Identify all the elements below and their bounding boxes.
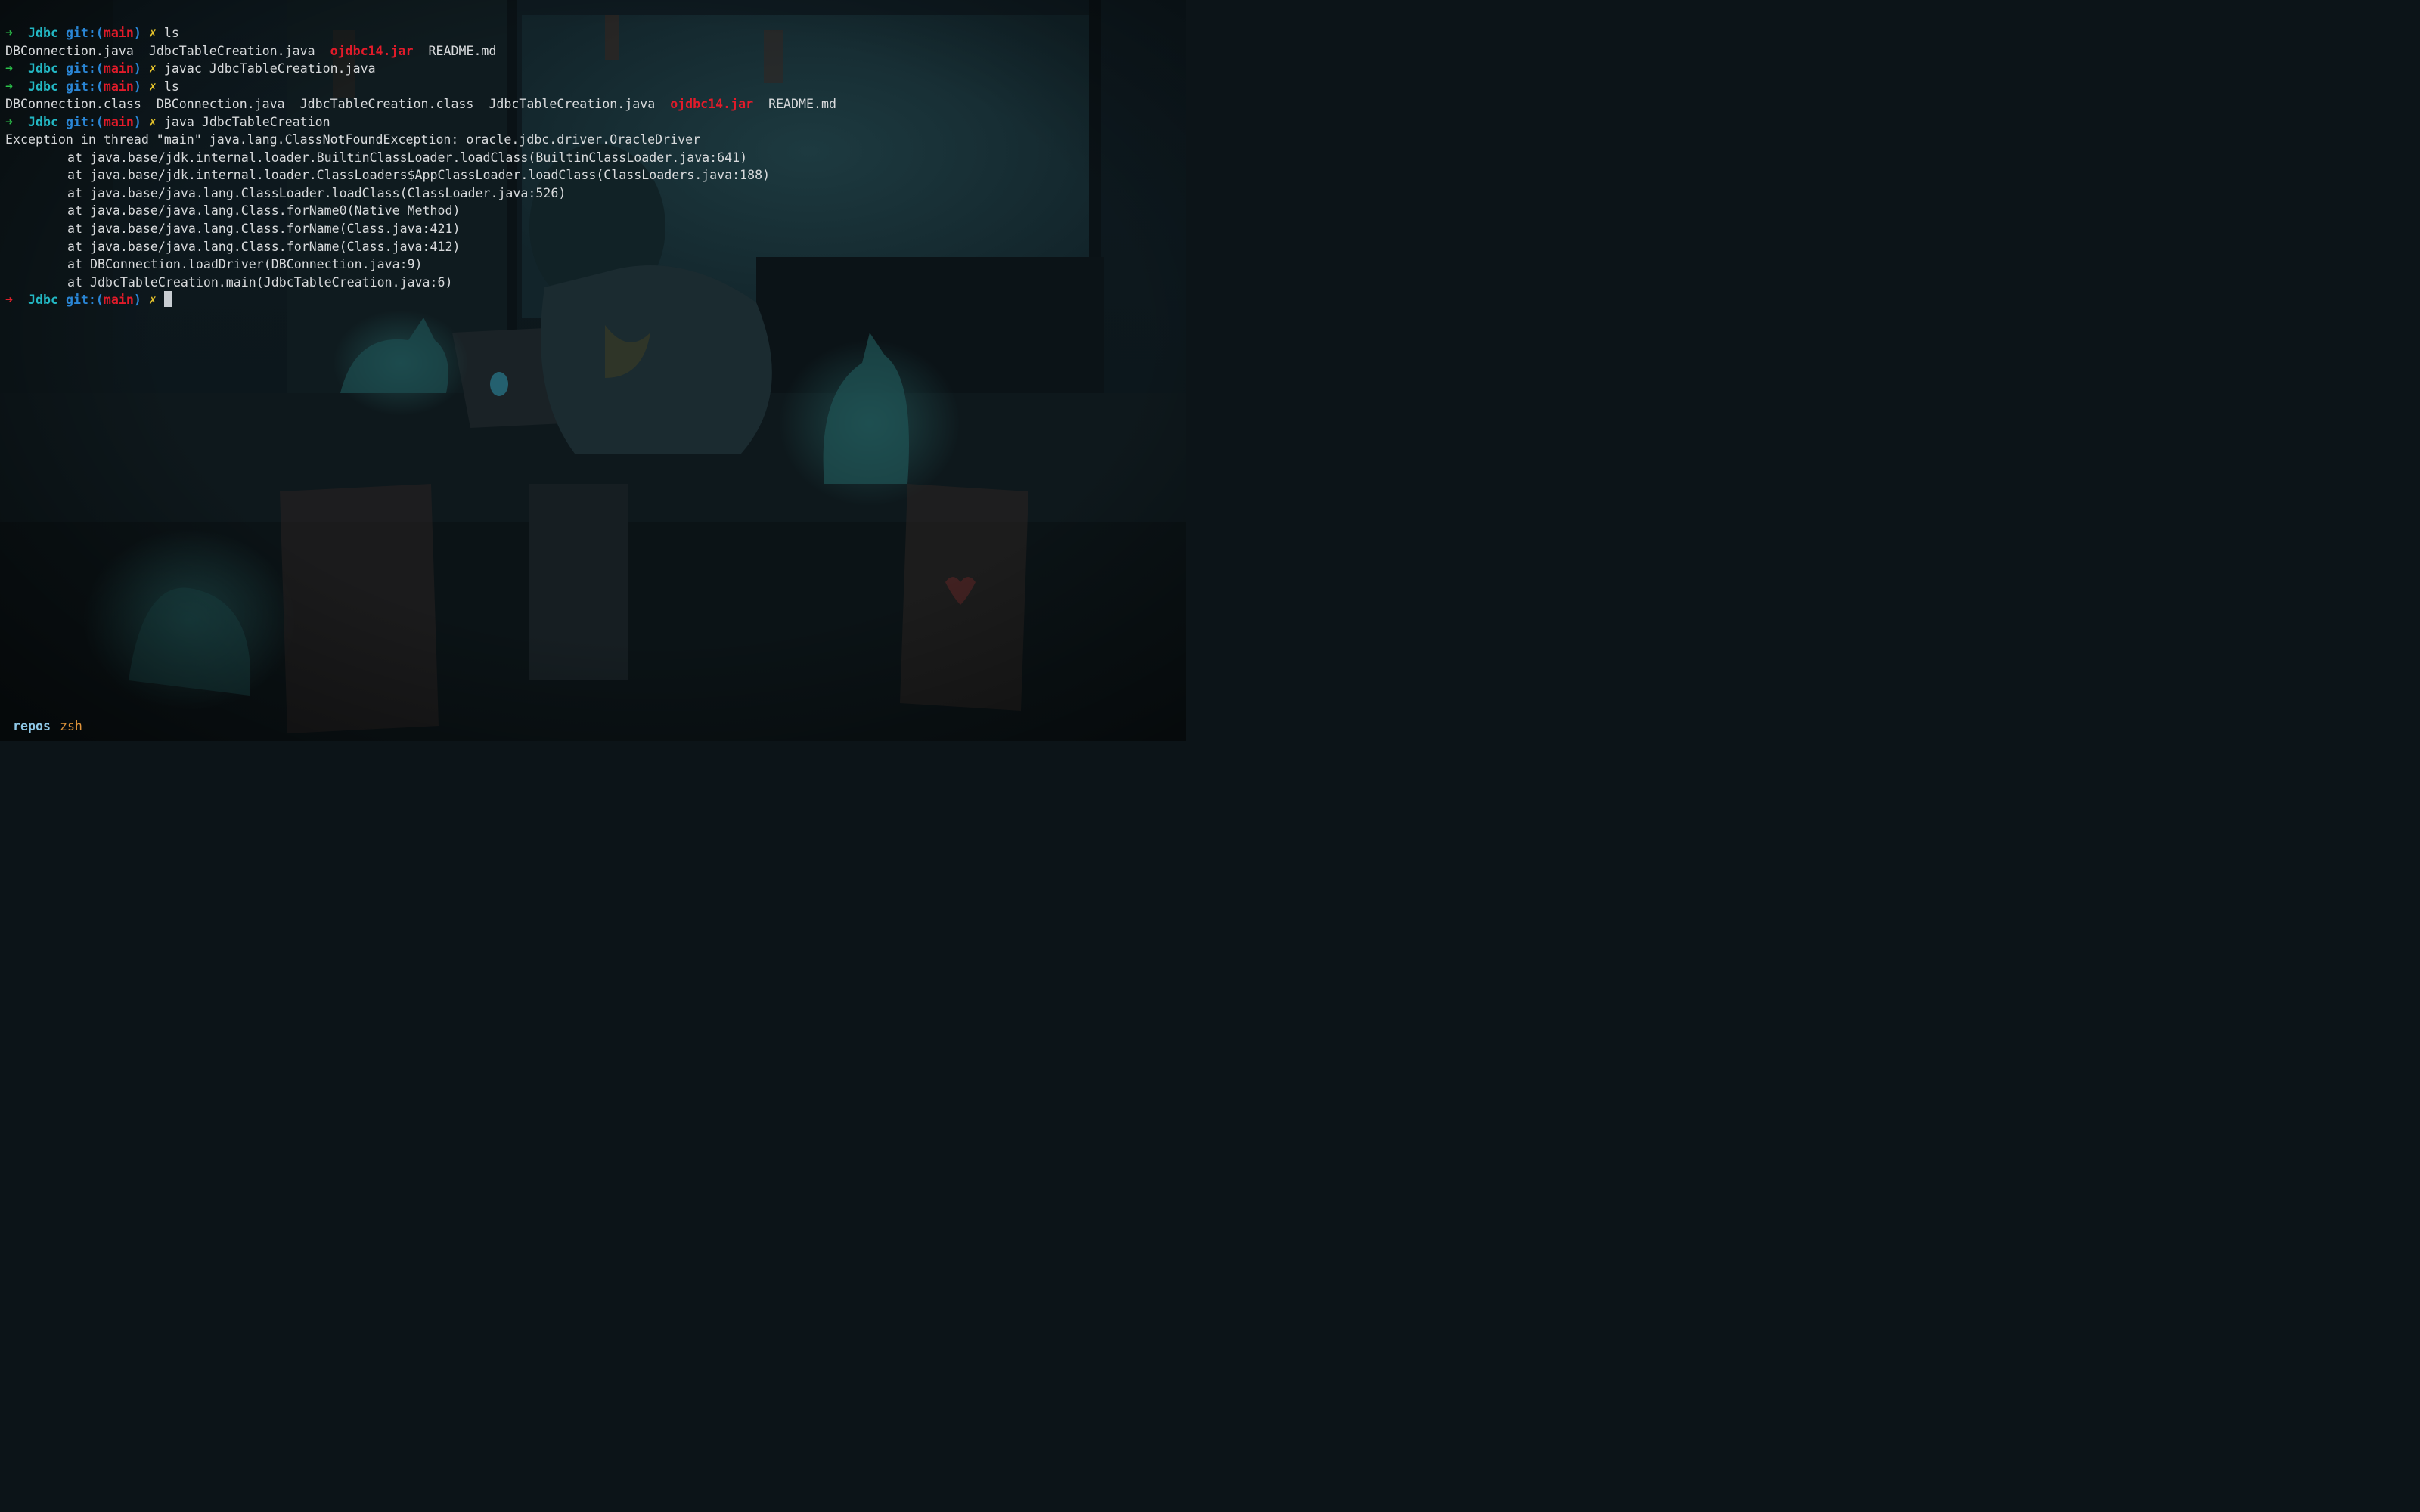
prompt-dirty-icon: ✗ — [148, 26, 157, 40]
current-prompt-line[interactable]: ➜ Jdbc git:(main) ✗ — [5, 291, 836, 309]
prompt-arrow-error-icon: ➜ — [5, 293, 13, 308]
prompt-branch: main — [103, 293, 134, 308]
file-entry: JdbcTableCreation.java — [489, 97, 656, 112]
prompt-dir: Jdbc — [27, 26, 58, 40]
stack-trace-line: at java.base/java.lang.Class.forName(Cla… — [67, 239, 461, 254]
prompt-dirty-icon: ✗ — [148, 114, 157, 129]
prompt-git-prefix: git:( — [65, 61, 104, 76]
exception-message: Exception in thread "main" java.lang.Cla… — [5, 132, 701, 147]
prompt-dir: Jdbc — [27, 79, 58, 94]
file-entry: README.md — [768, 97, 836, 112]
command-text: javac JdbcTableCreation.java — [163, 61, 376, 76]
terminal-window[interactable]: ➜ Jdbc git:(main) ✗ ls DBConnection.java… — [0, 0, 1186, 741]
prompt-arrow-icon: ➜ — [5, 26, 13, 40]
prompt-arrow-icon: ➜ — [5, 61, 13, 76]
stack-trace-line: at DBConnection.loadDriver(DBConnection.… — [67, 257, 423, 272]
file-entry-jar: ojdbc14.jar — [330, 43, 414, 58]
ls-output: DBConnection.class DBConnection.java Jdb… — [5, 95, 836, 113]
prompt-dir: Jdbc — [27, 293, 58, 308]
stack-trace-line: at java.base/java.lang.ClassLoader.loadC… — [67, 185, 566, 200]
terminal-output: ➜ Jdbc git:(main) ✗ ls DBConnection.java… — [5, 24, 836, 309]
prompt-arrow-icon: ➜ — [5, 79, 13, 94]
prompt-branch: main — [103, 114, 134, 129]
stack-trace-line: at java.base/java.lang.Class.forName0(Na… — [67, 203, 461, 218]
prompt-dirty-icon: ✗ — [148, 79, 157, 94]
file-entry: JdbcTableCreation.class — [299, 97, 474, 112]
status-bar: repos zsh — [13, 717, 82, 736]
file-entry-jar: ojdbc14.jar — [670, 97, 754, 112]
prompt-line: ➜ Jdbc git:(main) ✗ ls — [5, 24, 836, 42]
prompt-dir: Jdbc — [27, 114, 58, 129]
prompt-git-prefix: git:( — [65, 79, 104, 94]
prompt-branch: main — [103, 26, 134, 40]
command-text: ls — [163, 26, 179, 40]
prompt-branch: main — [103, 61, 134, 76]
status-window-name[interactable]: zsh — [60, 719, 82, 733]
stack-trace-line: at java.base/jdk.internal.loader.Builtin… — [67, 150, 748, 165]
command-text: java JdbcTableCreation — [163, 114, 330, 129]
prompt-dirty-icon: ✗ — [148, 61, 157, 76]
file-entry: DBConnection.java — [156, 97, 285, 112]
file-entry: DBConnection.java — [5, 43, 134, 58]
prompt-git-suffix: ) — [133, 61, 141, 76]
stack-trace-line: at java.base/jdk.internal.loader.ClassLo… — [67, 168, 771, 183]
prompt-line: ➜ Jdbc git:(main) ✗ javac JdbcTableCreat… — [5, 60, 836, 78]
prompt-line: ➜ Jdbc git:(main) ✗ java JdbcTableCreati… — [5, 113, 836, 132]
prompt-git-suffix: ) — [133, 79, 141, 94]
prompt-branch: main — [103, 79, 134, 94]
stack-trace-line: at JdbcTableCreation.main(JdbcTableCreat… — [67, 274, 453, 290]
file-entry: JdbcTableCreation.java — [148, 43, 315, 58]
prompt-git-suffix: ) — [133, 26, 141, 40]
prompt-dir: Jdbc — [27, 61, 58, 76]
stack-trace-line: at java.base/java.lang.Class.forName(Cla… — [67, 222, 461, 237]
file-entry: README.md — [428, 43, 497, 58]
prompt-git-suffix: ) — [133, 114, 141, 129]
prompt-git-suffix: ) — [133, 293, 141, 308]
prompt-arrow-icon: ➜ — [5, 114, 13, 129]
prompt-git-prefix: git:( — [65, 114, 104, 129]
prompt-line: ➜ Jdbc git:(main) ✗ ls — [5, 78, 836, 96]
command-text: ls — [163, 79, 179, 94]
ls-output: DBConnection.java JdbcTableCreation.java… — [5, 42, 836, 60]
status-session-name[interactable]: repos — [13, 719, 51, 733]
prompt-git-prefix: git:( — [65, 26, 104, 40]
prompt-git-prefix: git:( — [65, 293, 104, 308]
text-cursor[interactable] — [163, 291, 172, 308]
prompt-dirty-icon: ✗ — [148, 293, 157, 308]
file-entry: DBConnection.class — [5, 97, 141, 112]
